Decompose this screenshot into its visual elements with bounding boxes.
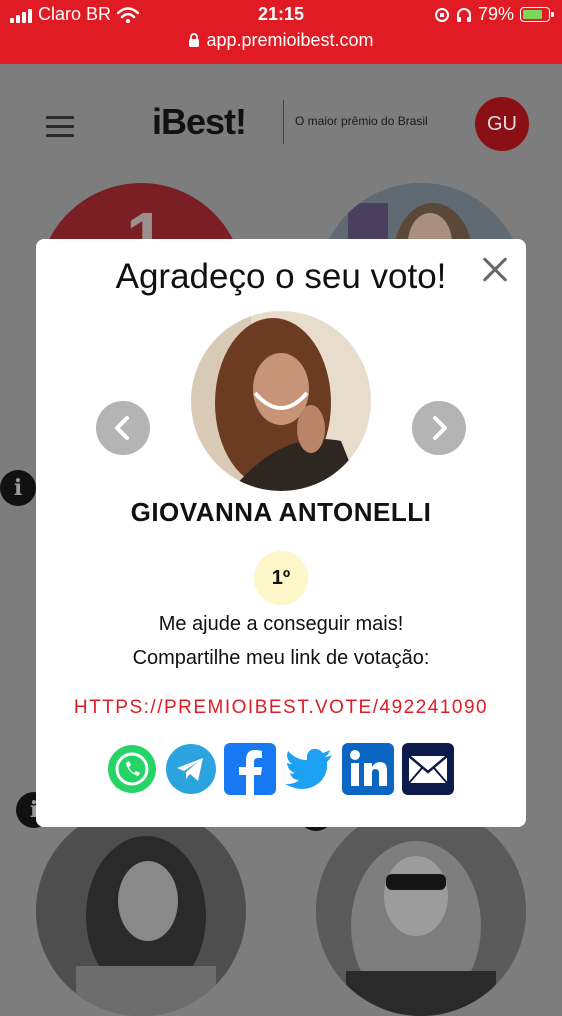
help-text: Me ajude a conseguir mais! — [158, 613, 404, 635]
info-icon[interactable]: i — [0, 470, 36, 506]
modal-title: Agradeço o seu voto! — [115, 257, 447, 296]
logo-divider — [283, 100, 284, 144]
ibest-logo[interactable]: iBest! — [152, 100, 247, 144]
next-button[interactable] — [412, 401, 466, 455]
chevron-left-icon — [115, 416, 129, 440]
share-buttons — [106, 743, 458, 797]
chevron-right-icon — [433, 416, 447, 440]
status-bar: Claro BR 21:15 79% app.premioibest.com — [0, 0, 562, 64]
rank-badge: 1º — [254, 551, 308, 605]
close-icon[interactable] — [482, 257, 508, 283]
nominee-photo — [191, 311, 371, 491]
linkedin-icon[interactable] — [342, 743, 394, 795]
vote-thanks-modal: Agradeço o seu voto! GIOVANNA ANTONELLI … — [36, 239, 526, 827]
facebook-icon[interactable] — [224, 743, 276, 795]
url-text: app.premioibest.com — [206, 30, 374, 50]
lock-icon — [189, 33, 200, 47]
menu-icon[interactable] — [46, 116, 74, 137]
nominee-name: GIOVANNA ANTONELLI — [130, 497, 432, 527]
email-icon[interactable] — [402, 743, 454, 795]
logo-text: iBest! — [152, 101, 247, 142]
rotation-lock-icon — [434, 7, 449, 22]
status-right: 79% — [434, 4, 554, 25]
nominee-photo-bottom-left — [36, 806, 246, 1016]
nominee-photo-bottom-right — [316, 806, 526, 1016]
twitter-icon[interactable] — [283, 743, 335, 795]
address-bar[interactable]: app.premioibest.com — [0, 30, 562, 51]
whatsapp-icon[interactable] — [106, 743, 158, 795]
share-label: Compartilhe meu link de votação: — [132, 647, 430, 669]
previous-button[interactable] — [96, 401, 150, 455]
vote-link[interactable]: HTTPS://PREMIOIBEST.VOTE/492241090 — [36, 697, 526, 719]
battery-percent: 79% — [477, 4, 514, 24]
tagline: O maior prêmio do Brasil — [295, 114, 428, 128]
user-avatar[interactable]: GU — [475, 97, 529, 151]
telegram-icon[interactable] — [165, 743, 217, 795]
site-header: iBest! O maior prêmio do Brasil GU — [0, 64, 562, 182]
headphones-icon — [456, 7, 471, 22]
battery-icon — [520, 7, 554, 22]
